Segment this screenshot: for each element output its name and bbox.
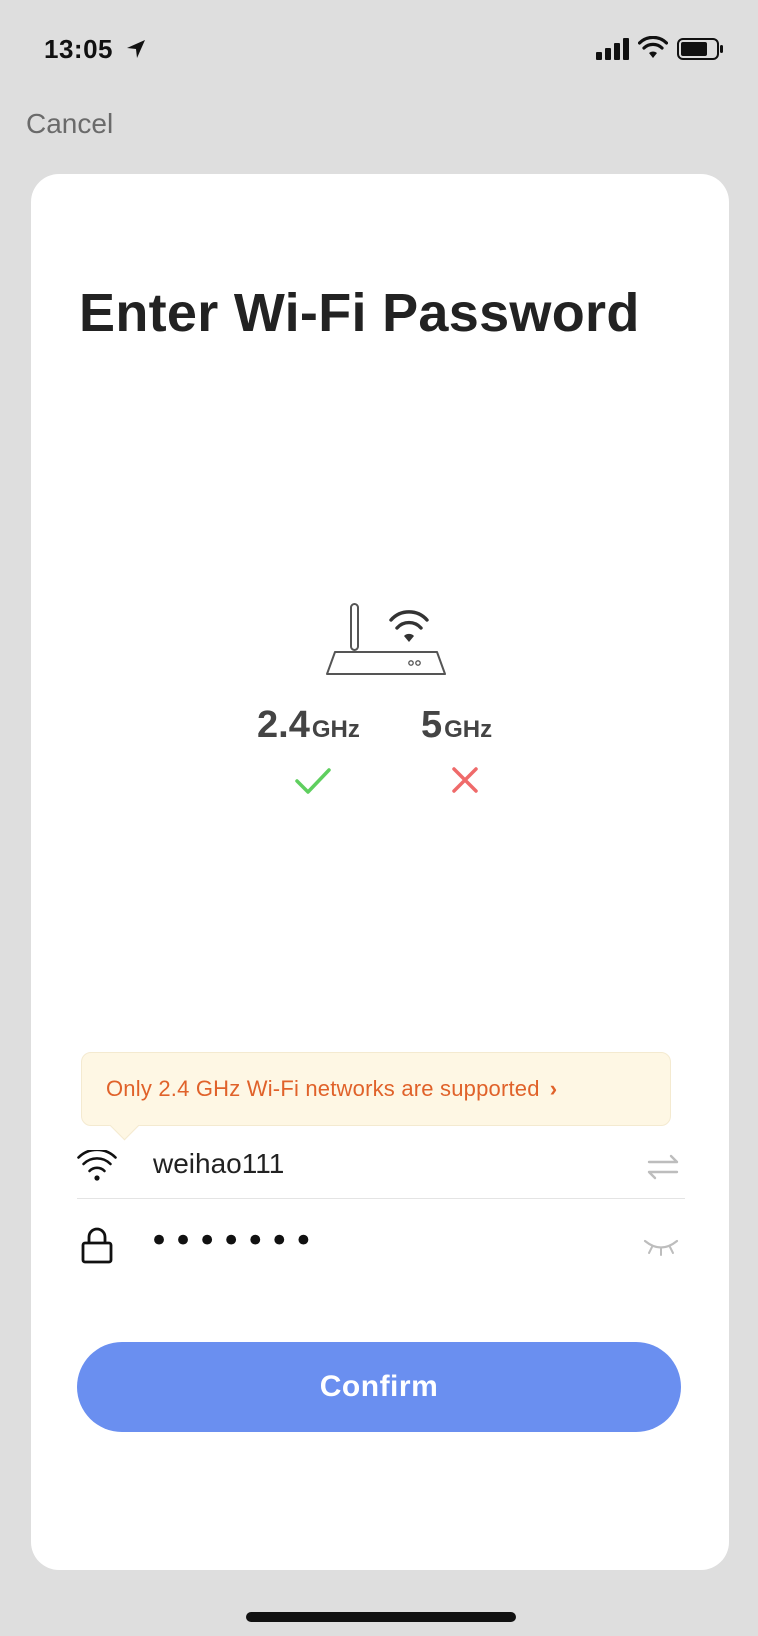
cellular-signal-icon [596, 38, 629, 60]
cancel-button[interactable]: Cancel [26, 108, 113, 140]
tip-text: Only 2.4 GHz Wi-Fi networks are supporte… [106, 1076, 540, 1101]
eye-closed-icon[interactable] [643, 1238, 679, 1256]
band-5ghz-value: 5 [421, 704, 443, 746]
band-24ghz-value: 2.4 [257, 704, 310, 746]
wifi-icon [77, 1150, 117, 1181]
cross-icon [452, 767, 478, 793]
wifi-password-card: Enter Wi-Fi Password 2.4GHz 5GHz Only 2.… [31, 174, 729, 1570]
status-bar: 13:05 [0, 0, 758, 100]
password-row [77, 1202, 685, 1282]
band-5ghz-label: 5GHz [421, 704, 492, 747]
chevron-right-icon: › [549, 1076, 558, 1101]
password-input[interactable] [149, 1216, 589, 1266]
band-24ghz-label: 2.4GHz [257, 704, 360, 747]
location-arrow-icon [127, 40, 145, 58]
confirm-button[interactable]: Confirm [77, 1342, 681, 1432]
band-24ghz-unit: GHz [311, 716, 360, 743]
band-support-tip[interactable]: Only 2.4 GHz Wi-Fi networks are supporte… [81, 1052, 671, 1126]
check-icon [295, 768, 331, 794]
home-indicator[interactable] [246, 1612, 516, 1622]
wifi-status-icon [638, 36, 668, 58]
band-5ghz-unit: GHz [444, 716, 493, 743]
lock-icon [81, 1227, 113, 1264]
status-time: 13:05 [44, 34, 113, 64]
ssid-row: weihao111 [77, 1130, 685, 1199]
router-icon [326, 603, 446, 675]
page-title: Enter Wi-Fi Password [79, 283, 640, 343]
battery-icon [677, 38, 723, 60]
switch-network-icon[interactable] [647, 1154, 679, 1180]
ssid-value: weihao111 [153, 1148, 285, 1179]
